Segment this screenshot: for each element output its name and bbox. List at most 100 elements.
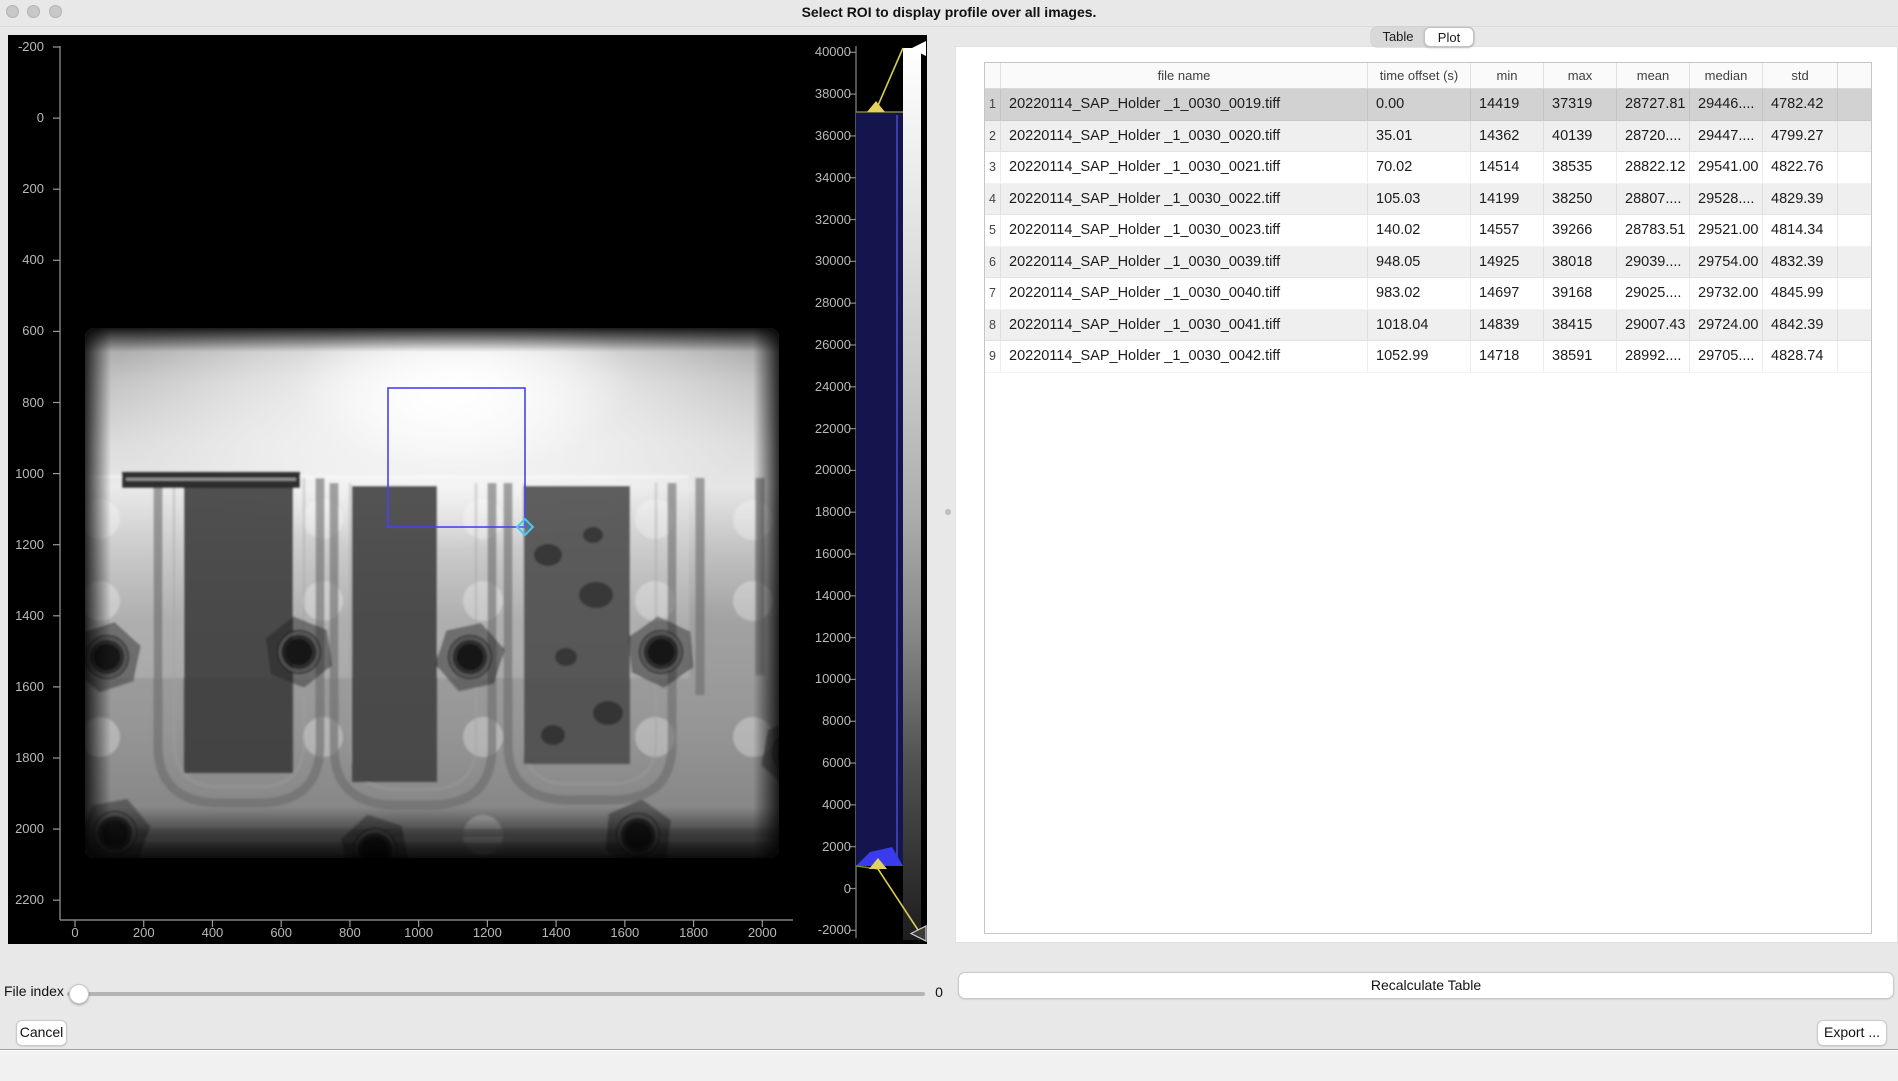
cell-median: 29732.00 <box>1690 278 1763 309</box>
table-row[interactable]: 520220114_SAP_Holder _1_0030_0023.tiff14… <box>985 215 1871 247</box>
cell-mean: 29039.... <box>1617 247 1690 278</box>
table-row[interactable]: 120220114_SAP_Holder _1_0030_0019.tiff0.… <box>985 89 1871 121</box>
cell-mean: 28822.12 <box>1617 152 1690 183</box>
cell-time: 140.02 <box>1368 215 1471 246</box>
cell-time: 0.00 <box>1368 89 1471 120</box>
table-row[interactable]: 420220114_SAP_Holder _1_0030_0022.tiff10… <box>985 184 1871 216</box>
cell-std: 4814.34 <box>1763 215 1838 246</box>
row-number: 1 <box>985 89 1001 120</box>
cell-time: 983.02 <box>1368 278 1471 309</box>
cell-file: 20220114_SAP_Holder _1_0030_0023.tiff <box>1001 215 1368 246</box>
cell-time: 35.01 <box>1368 121 1471 152</box>
table-row[interactable]: 720220114_SAP_Holder _1_0030_0040.tiff98… <box>985 278 1871 310</box>
cell-file: 20220114_SAP_Holder _1_0030_0039.tiff <box>1001 247 1368 278</box>
cell-std: 4782.42 <box>1763 89 1838 120</box>
cell-max: 37319 <box>1544 89 1617 120</box>
row-number: 9 <box>985 341 1001 372</box>
cell-max: 38535 <box>1544 152 1617 183</box>
image-plot-panel: -200020040060080010001200140016001800200… <box>8 35 927 944</box>
cell-median: 29724.00 <box>1690 310 1763 341</box>
export-button[interactable]: Export ... <box>1817 1020 1887 1046</box>
table-body: 120220114_SAP_Holder _1_0030_0019.tiff0.… <box>985 89 1871 373</box>
cell-max: 38018 <box>1544 247 1617 278</box>
cell-mean: 28720.... <box>1617 121 1690 152</box>
histogram-area <box>856 112 903 866</box>
cell-max: 38415 <box>1544 310 1617 341</box>
row-number: 3 <box>985 152 1001 183</box>
pane-splitter-handle[interactable] <box>945 509 951 515</box>
cancel-button[interactable]: Cancel <box>16 1020 67 1046</box>
cell-time: 1052.99 <box>1368 341 1471 372</box>
cell-min: 14557 <box>1471 215 1544 246</box>
column-header-file[interactable]: file name <box>1001 63 1368 88</box>
cell-time: 948.05 <box>1368 247 1471 278</box>
cell-min: 14925 <box>1471 247 1544 278</box>
cell-time: 70.02 <box>1368 152 1471 183</box>
view-tabbar: Table Plot <box>1371 27 1474 47</box>
cell-max: 40139 <box>1544 121 1617 152</box>
column-header-median[interactable]: median <box>1690 63 1763 88</box>
cell-max: 38250 <box>1544 184 1617 215</box>
cell-mean: 29025.... <box>1617 278 1690 309</box>
cell-file: 20220114_SAP_Holder _1_0030_0021.tiff <box>1001 152 1368 183</box>
status-strip <box>0 1049 1898 1081</box>
cell-max: 39168 <box>1544 278 1617 309</box>
row-number: 4 <box>985 184 1001 215</box>
cell-median: 29447.... <box>1690 121 1763 152</box>
cell-std: 4829.39 <box>1763 184 1838 215</box>
cell-time: 105.03 <box>1368 184 1471 215</box>
table-row[interactable]: 320220114_SAP_Holder _1_0030_0021.tiff70… <box>985 152 1871 184</box>
cell-file: 20220114_SAP_Holder _1_0030_0042.tiff <box>1001 341 1368 372</box>
recalculate-table-button[interactable]: Recalculate Table <box>958 972 1894 999</box>
column-header-min[interactable]: min <box>1471 63 1544 88</box>
window-titlebar: Select ROI to display profile over all i… <box>0 0 1898 27</box>
cell-min: 14362 <box>1471 121 1544 152</box>
cell-max: 38591 <box>1544 341 1617 372</box>
sample-bar-3 <box>524 486 630 764</box>
cell-min: 14697 <box>1471 278 1544 309</box>
table-row[interactable]: 920220114_SAP_Holder _1_0030_0042.tiff10… <box>985 341 1871 373</box>
sample-bar-1 <box>184 479 293 773</box>
cell-min: 14514 <box>1471 152 1544 183</box>
file-index-slider-thumb[interactable] <box>69 984 89 1004</box>
cell-min: 14419 <box>1471 89 1544 120</box>
tab-plot[interactable]: Plot <box>1424 27 1474 47</box>
cell-std: 4799.27 <box>1763 121 1838 152</box>
row-number: 5 <box>985 215 1001 246</box>
column-header-max[interactable]: max <box>1544 63 1617 88</box>
top-left-bar <box>122 472 300 488</box>
column-header-time[interactable]: time offset (s) <box>1368 63 1471 88</box>
colorbar-gradient-strip <box>903 48 921 940</box>
cell-file: 20220114_SAP_Holder _1_0030_0041.tiff <box>1001 310 1368 341</box>
row-number: 8 <box>985 310 1001 341</box>
file-index-slider-track[interactable] <box>67 992 925 996</box>
window-title: Select ROI to display profile over all i… <box>0 4 1898 20</box>
column-header-mean[interactable]: mean <box>1617 63 1690 88</box>
cell-std: 4842.39 <box>1763 310 1838 341</box>
column-header-std[interactable]: std <box>1763 63 1838 88</box>
cell-mean: 29007.43 <box>1617 310 1690 341</box>
file-index-label: File index <box>4 983 64 999</box>
row-number: 6 <box>985 247 1001 278</box>
table-row[interactable]: 820220114_SAP_Holder _1_0030_0041.tiff10… <box>985 310 1871 342</box>
cell-median: 29446.... <box>1690 89 1763 120</box>
table-row[interactable]: 620220114_SAP_Holder _1_0030_0039.tiff94… <box>985 247 1871 279</box>
cell-mean: 28807.... <box>1617 184 1690 215</box>
cell-median: 29521.00 <box>1690 215 1763 246</box>
row-number: 7 <box>985 278 1001 309</box>
image-plot-canvas[interactable] <box>8 35 927 944</box>
cell-file: 20220114_SAP_Holder _1_0030_0019.tiff <box>1001 89 1368 120</box>
cell-file: 20220114_SAP_Holder _1_0030_0020.tiff <box>1001 121 1368 152</box>
cell-median: 29754.00 <box>1690 247 1763 278</box>
table-row[interactable]: 220220114_SAP_Holder _1_0030_0020.tiff35… <box>985 121 1871 153</box>
sample-bar-2 <box>352 486 437 782</box>
file-index-value: 0 <box>928 984 950 1000</box>
tab-table[interactable]: Table <box>1371 27 1425 47</box>
cell-mean: 28992.... <box>1617 341 1690 372</box>
cell-file: 20220114_SAP_Holder _1_0030_0022.tiff <box>1001 184 1368 215</box>
cell-time: 1018.04 <box>1368 310 1471 341</box>
colorbar <box>856 41 926 941</box>
cell-std: 4845.99 <box>1763 278 1838 309</box>
xray-image <box>69 250 832 892</box>
cell-std: 4828.74 <box>1763 341 1838 372</box>
